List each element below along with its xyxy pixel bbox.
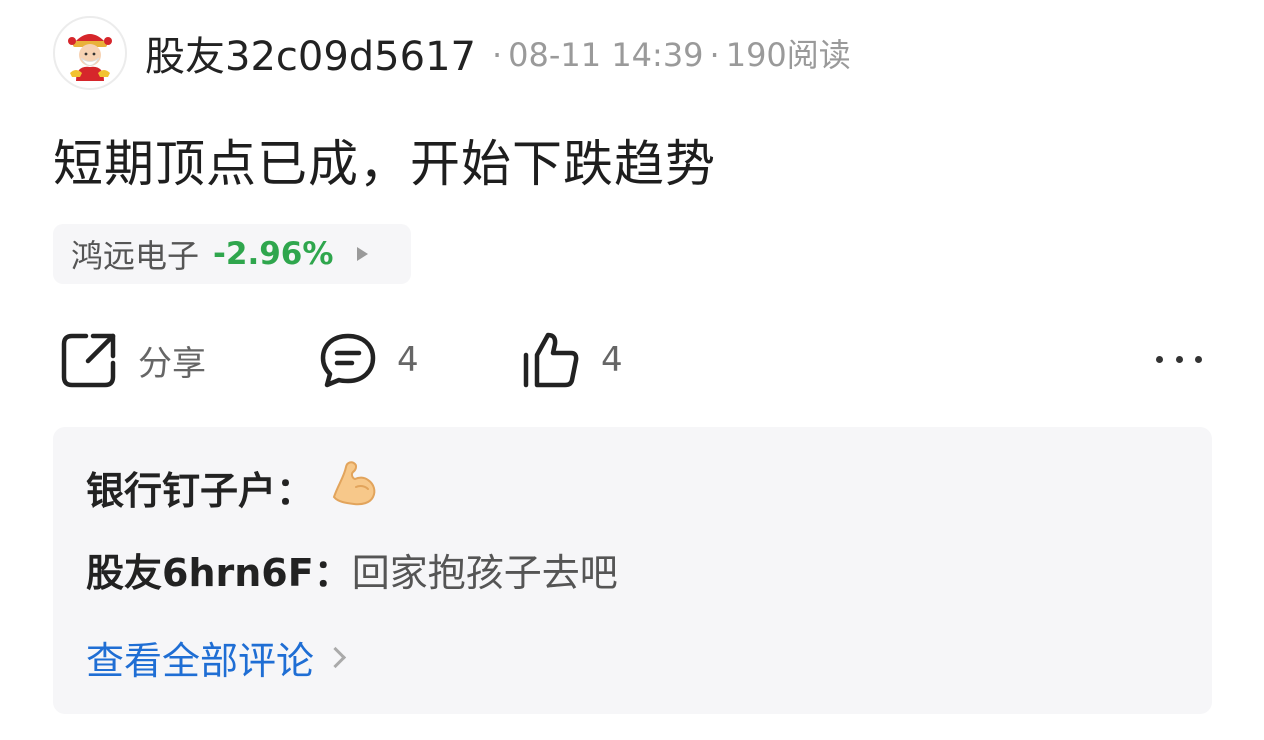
share-icon [61,333,116,388]
comment-author[interactable]: 银行钉子户 [86,460,276,515]
post-meta: · 08-11 14:39 · 190阅读 [486,30,851,76]
comments-preview: 银行钉子户： 股友6hrn6F：回家抱孩子去吧 查看全部评论 [53,427,1212,714]
like-button[interactable]: 4 [521,325,623,395]
stock-name: 鸿远电子 [71,237,200,275]
chevron-right-icon [324,646,347,669]
comment-colon: ： [276,469,315,513]
dot [1195,355,1202,363]
comment-text: 回家抱孩子去吧 [351,551,618,595]
more-dots-icon[interactable] [1156,349,1202,369]
post-date: 08-11 14:39 [508,36,704,74]
dot [1175,355,1183,363]
comment-author[interactable]: 股友6hrn6F [86,542,314,597]
post-title[interactable]: 短期顶点已成，开始下跌趋势 [53,124,716,196]
thumbs-up-icon [523,332,579,388]
comment-colon: ： [313,551,352,595]
view-all-comments-link[interactable]: 查看全部评论 [86,630,347,685]
post-card: 股友32c09d5617 · 08-11 14:39 · 190阅读 短期顶点已成，开… [0,0,1264,740]
post-header: 股友32c09d5617 · 08-11 14:39 · 190阅读 [53,15,851,91]
comment-button[interactable]: 4 [319,325,419,395]
meta-separator: · [491,36,503,74]
action-bar: 分享 4 4 [0,325,1264,395]
comment-count: 4 [397,340,419,380]
stock-change: -2.96% [213,236,334,272]
comment-item[interactable]: 银行钉子户： [86,457,380,518]
share-button[interactable]: 分享 [60,325,206,395]
comment-item[interactable]: 股友6hrn6F：回家抱孩子去吧 [86,542,618,597]
share-label: 分享 [138,343,206,384]
like-count: 4 [601,340,623,380]
meta-separator: · [709,36,720,74]
triangle-right-icon [357,247,369,261]
dot [1156,355,1163,363]
flexed-biceps-icon [328,457,380,518]
fortune-god-avatar-icon [68,34,112,81]
username[interactable]: 股友32c09d5617 [145,24,476,82]
view-all-label: 查看全部评论 [86,639,315,683]
stock-tag[interactable]: 鸿远电子 -2.96% [53,224,411,284]
comment-bubble-icon [320,333,376,388]
read-count: 190阅读 [725,36,851,74]
user-avatar[interactable] [53,16,127,90]
